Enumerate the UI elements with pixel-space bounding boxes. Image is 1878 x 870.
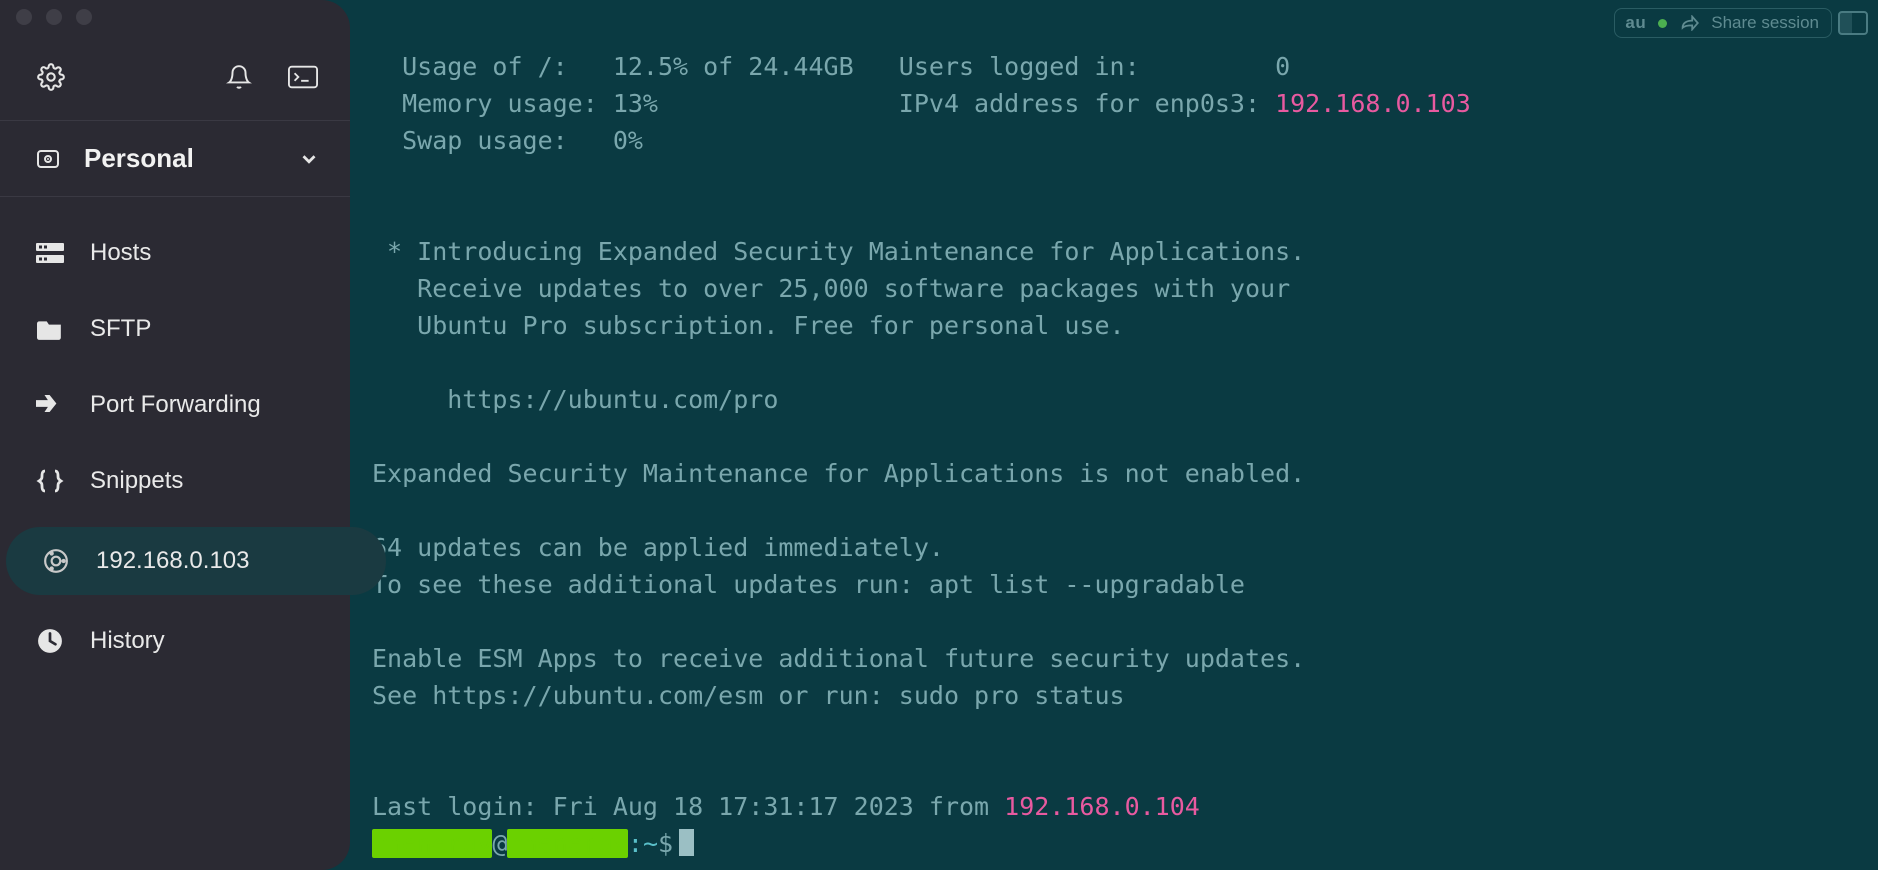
share-session-button[interactable]: au Share session xyxy=(1614,8,1832,38)
window-traffic-lights xyxy=(0,0,350,34)
ip-address: 192.168.0.103 xyxy=(1275,89,1471,118)
terminal-pane[interactable]: au Share session Usage of /: 12.5% of 24… xyxy=(350,0,1878,870)
motd-line: Receive updates to over 25,000 software … xyxy=(372,274,1290,303)
au-badge: au xyxy=(1625,13,1646,33)
motd-line: Enable ESM Apps to receive additional fu… xyxy=(372,644,1305,673)
motd-line: * Introducing Expanded Security Maintena… xyxy=(372,237,1305,266)
sidebar: Personal Hosts xyxy=(0,0,350,870)
cursor-icon xyxy=(679,829,694,856)
at-symbol: @ xyxy=(492,829,507,858)
vault-header-personal[interactable]: Personal xyxy=(0,120,350,197)
sidebar-item-label: Hosts xyxy=(90,239,151,267)
sidebar-item-hosts[interactable]: Hosts xyxy=(0,215,350,291)
new-terminal-button[interactable] xyxy=(288,62,318,92)
gear-icon xyxy=(37,63,65,91)
sidebar-nav: Hosts SFTP Port Forwarding xyxy=(0,197,350,679)
motd-line: 64 updates can be applied immediately. xyxy=(372,533,944,562)
sidebar-item-history[interactable]: History xyxy=(0,603,350,679)
port-forwarding-icon xyxy=(36,391,64,419)
top-right-controls: au Share session xyxy=(1614,8,1868,38)
prompt-cwd: ~ xyxy=(643,829,658,858)
bell-icon xyxy=(226,64,252,90)
terminal-icon xyxy=(288,65,318,89)
motd-line: To see these additional updates run: apt… xyxy=(372,570,1245,599)
ubuntu-icon xyxy=(42,547,70,575)
sidebar-toolbar xyxy=(0,34,350,120)
motd-line: Expanded Security Maintenance for Applic… xyxy=(372,459,1305,488)
prompt-user: rnenergy xyxy=(372,829,492,858)
last-login-line: Last login: Fri Aug 18 17:31:17 2023 fro… xyxy=(372,792,1004,821)
panel-toggle-button[interactable] xyxy=(1838,11,1868,35)
sidebar-item-label: Port Forwarding xyxy=(90,391,261,419)
prompt-host: rnenergy xyxy=(507,829,627,858)
sidebar-active-session[interactable]: 192.168.0.103 xyxy=(6,527,386,595)
close-window-dot[interactable] xyxy=(16,9,32,25)
share-arrow-icon xyxy=(1679,15,1699,31)
clock-icon xyxy=(36,627,64,655)
notifications-button[interactable] xyxy=(224,62,254,92)
motd-line: Swap usage: 0% xyxy=(372,126,643,155)
hosts-icon xyxy=(36,239,64,267)
braces-icon xyxy=(36,467,64,495)
vault-label: Personal xyxy=(84,143,274,174)
minimize-window-dot[interactable] xyxy=(46,9,62,25)
settings-button[interactable] xyxy=(36,62,66,92)
sidebar-item-label: History xyxy=(90,627,165,655)
folder-icon xyxy=(36,315,64,343)
session-label: 192.168.0.103 xyxy=(96,547,249,575)
vault-icon xyxy=(36,147,60,171)
sidebar-item-sftp[interactable]: SFTP xyxy=(0,291,350,367)
prompt-path: : xyxy=(628,829,643,858)
motd-line: Memory usage: 13% IPv4 address for enp0s… xyxy=(372,89,1275,118)
maximize-window-dot[interactable] xyxy=(76,9,92,25)
ip-address: 192.168.0.104 xyxy=(1004,792,1200,821)
motd-line: Usage of /: 12.5% of 24.44GB Users logge… xyxy=(372,52,1290,81)
prompt-symbol: $ xyxy=(658,829,673,858)
status-dot-icon xyxy=(1658,19,1667,28)
chevron-down-icon xyxy=(298,148,320,170)
sidebar-item-port-forwarding[interactable]: Port Forwarding xyxy=(0,367,350,443)
share-label: Share session xyxy=(1711,13,1819,33)
sidebar-item-label: SFTP xyxy=(90,315,151,343)
sidebar-item-label: Snippets xyxy=(90,467,183,495)
motd-line: Ubuntu Pro subscription. Free for person… xyxy=(372,311,1125,340)
terminal-output[interactable]: Usage of /: 12.5% of 24.44GB Users logge… xyxy=(350,0,1878,870)
sidebar-item-snippets[interactable]: Snippets xyxy=(0,443,350,519)
motd-line: See https://ubuntu.com/esm or run: sudo … xyxy=(372,681,1125,710)
motd-line: https://ubuntu.com/pro xyxy=(372,385,778,414)
